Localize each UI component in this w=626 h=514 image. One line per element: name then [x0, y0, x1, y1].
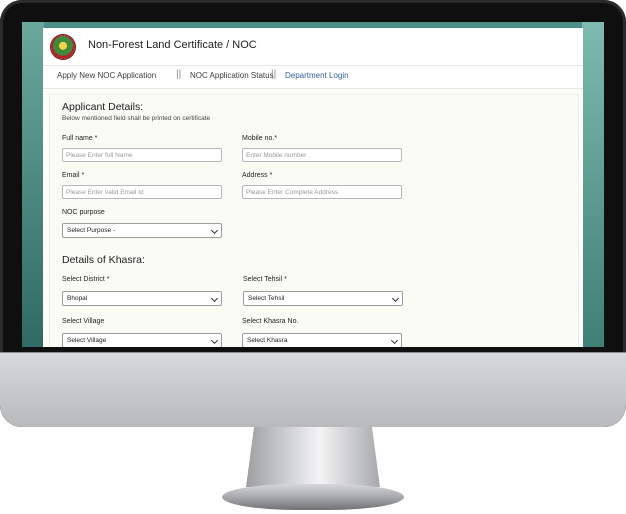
web-page: Non-Forest Land Certificate / NOC Apply …	[43, 28, 583, 347]
nav-department-login[interactable]: Department Login	[285, 71, 349, 80]
chevron-down-icon	[210, 336, 219, 345]
email-label: Email *	[62, 172, 85, 179]
khasra-no-value: Select Khasra	[247, 337, 288, 344]
noc-purpose-select[interactable]: Select Purpose -	[62, 223, 222, 238]
chevron-down-icon	[210, 226, 219, 235]
noc-purpose-value: Select Purpose -	[67, 227, 116, 234]
emblem-logo-icon[interactable]	[51, 35, 75, 59]
nav-separator: ||	[176, 69, 182, 80]
chevron-down-icon	[390, 336, 399, 345]
applicant-details-note: Below mentioned field shall be printed o…	[62, 115, 211, 122]
email-input[interactable]: Please Enter valid Email Id	[62, 185, 222, 199]
app-title: Non-Forest Land Certificate / NOC	[88, 39, 257, 51]
noc-purpose-label: NOC purpose	[62, 209, 105, 216]
khasra-no-select[interactable]: Select Khasra	[242, 333, 402, 347]
header-bar: Non-Forest Land Certificate / NOC	[43, 28, 583, 66]
monitor-chin	[0, 352, 626, 427]
district-value: Bhopal	[67, 295, 88, 302]
monitor-stand-neck	[246, 427, 380, 487]
full-name-input[interactable]: Please Enter full Name	[62, 148, 222, 162]
village-value: Select Village	[67, 337, 107, 344]
monitor-stand-base	[222, 484, 404, 510]
mobile-input[interactable]: Enter Mobile number	[242, 148, 402, 162]
nav-application-status[interactable]: NOC Application Status	[190, 71, 274, 80]
application-form-card: Applicant Details: Below mentioned field…	[49, 94, 579, 347]
divider	[0, 352, 626, 353]
address-label: Address *	[242, 172, 273, 179]
nav-separator: ||	[271, 69, 277, 80]
village-select[interactable]: Select Village	[62, 333, 222, 347]
full-name-label: Full name *	[62, 135, 98, 142]
tehsil-select[interactable]: Select Tehsil	[243, 291, 403, 306]
chevron-down-icon	[210, 294, 219, 303]
khasra-no-label: Select Khasra No.	[242, 318, 299, 325]
district-label: Select District *	[62, 276, 110, 283]
desktop-background-right	[582, 22, 604, 347]
nav-bar: Apply New NOC Application || NOC Applica…	[43, 66, 583, 89]
khasra-details-heading: Details of Khasra:	[62, 254, 145, 266]
tehsil-label: Select Tehsil *	[243, 276, 287, 283]
mobile-label: Mobile no.*	[242, 135, 278, 142]
screen: Non-Forest Land Certificate / NOC Apply …	[22, 22, 604, 347]
address-input[interactable]: Please Enter Complete Address	[242, 185, 402, 199]
district-select[interactable]: Bhopal	[62, 291, 222, 306]
nav-apply-new-noc[interactable]: Apply New NOC Application	[57, 71, 156, 80]
tehsil-value: Select Tehsil	[248, 295, 285, 302]
desktop-background-left	[22, 22, 44, 347]
chevron-down-icon	[391, 294, 400, 303]
village-label: Select Village	[62, 318, 105, 325]
applicant-details-heading: Applicant Details:	[62, 101, 144, 113]
